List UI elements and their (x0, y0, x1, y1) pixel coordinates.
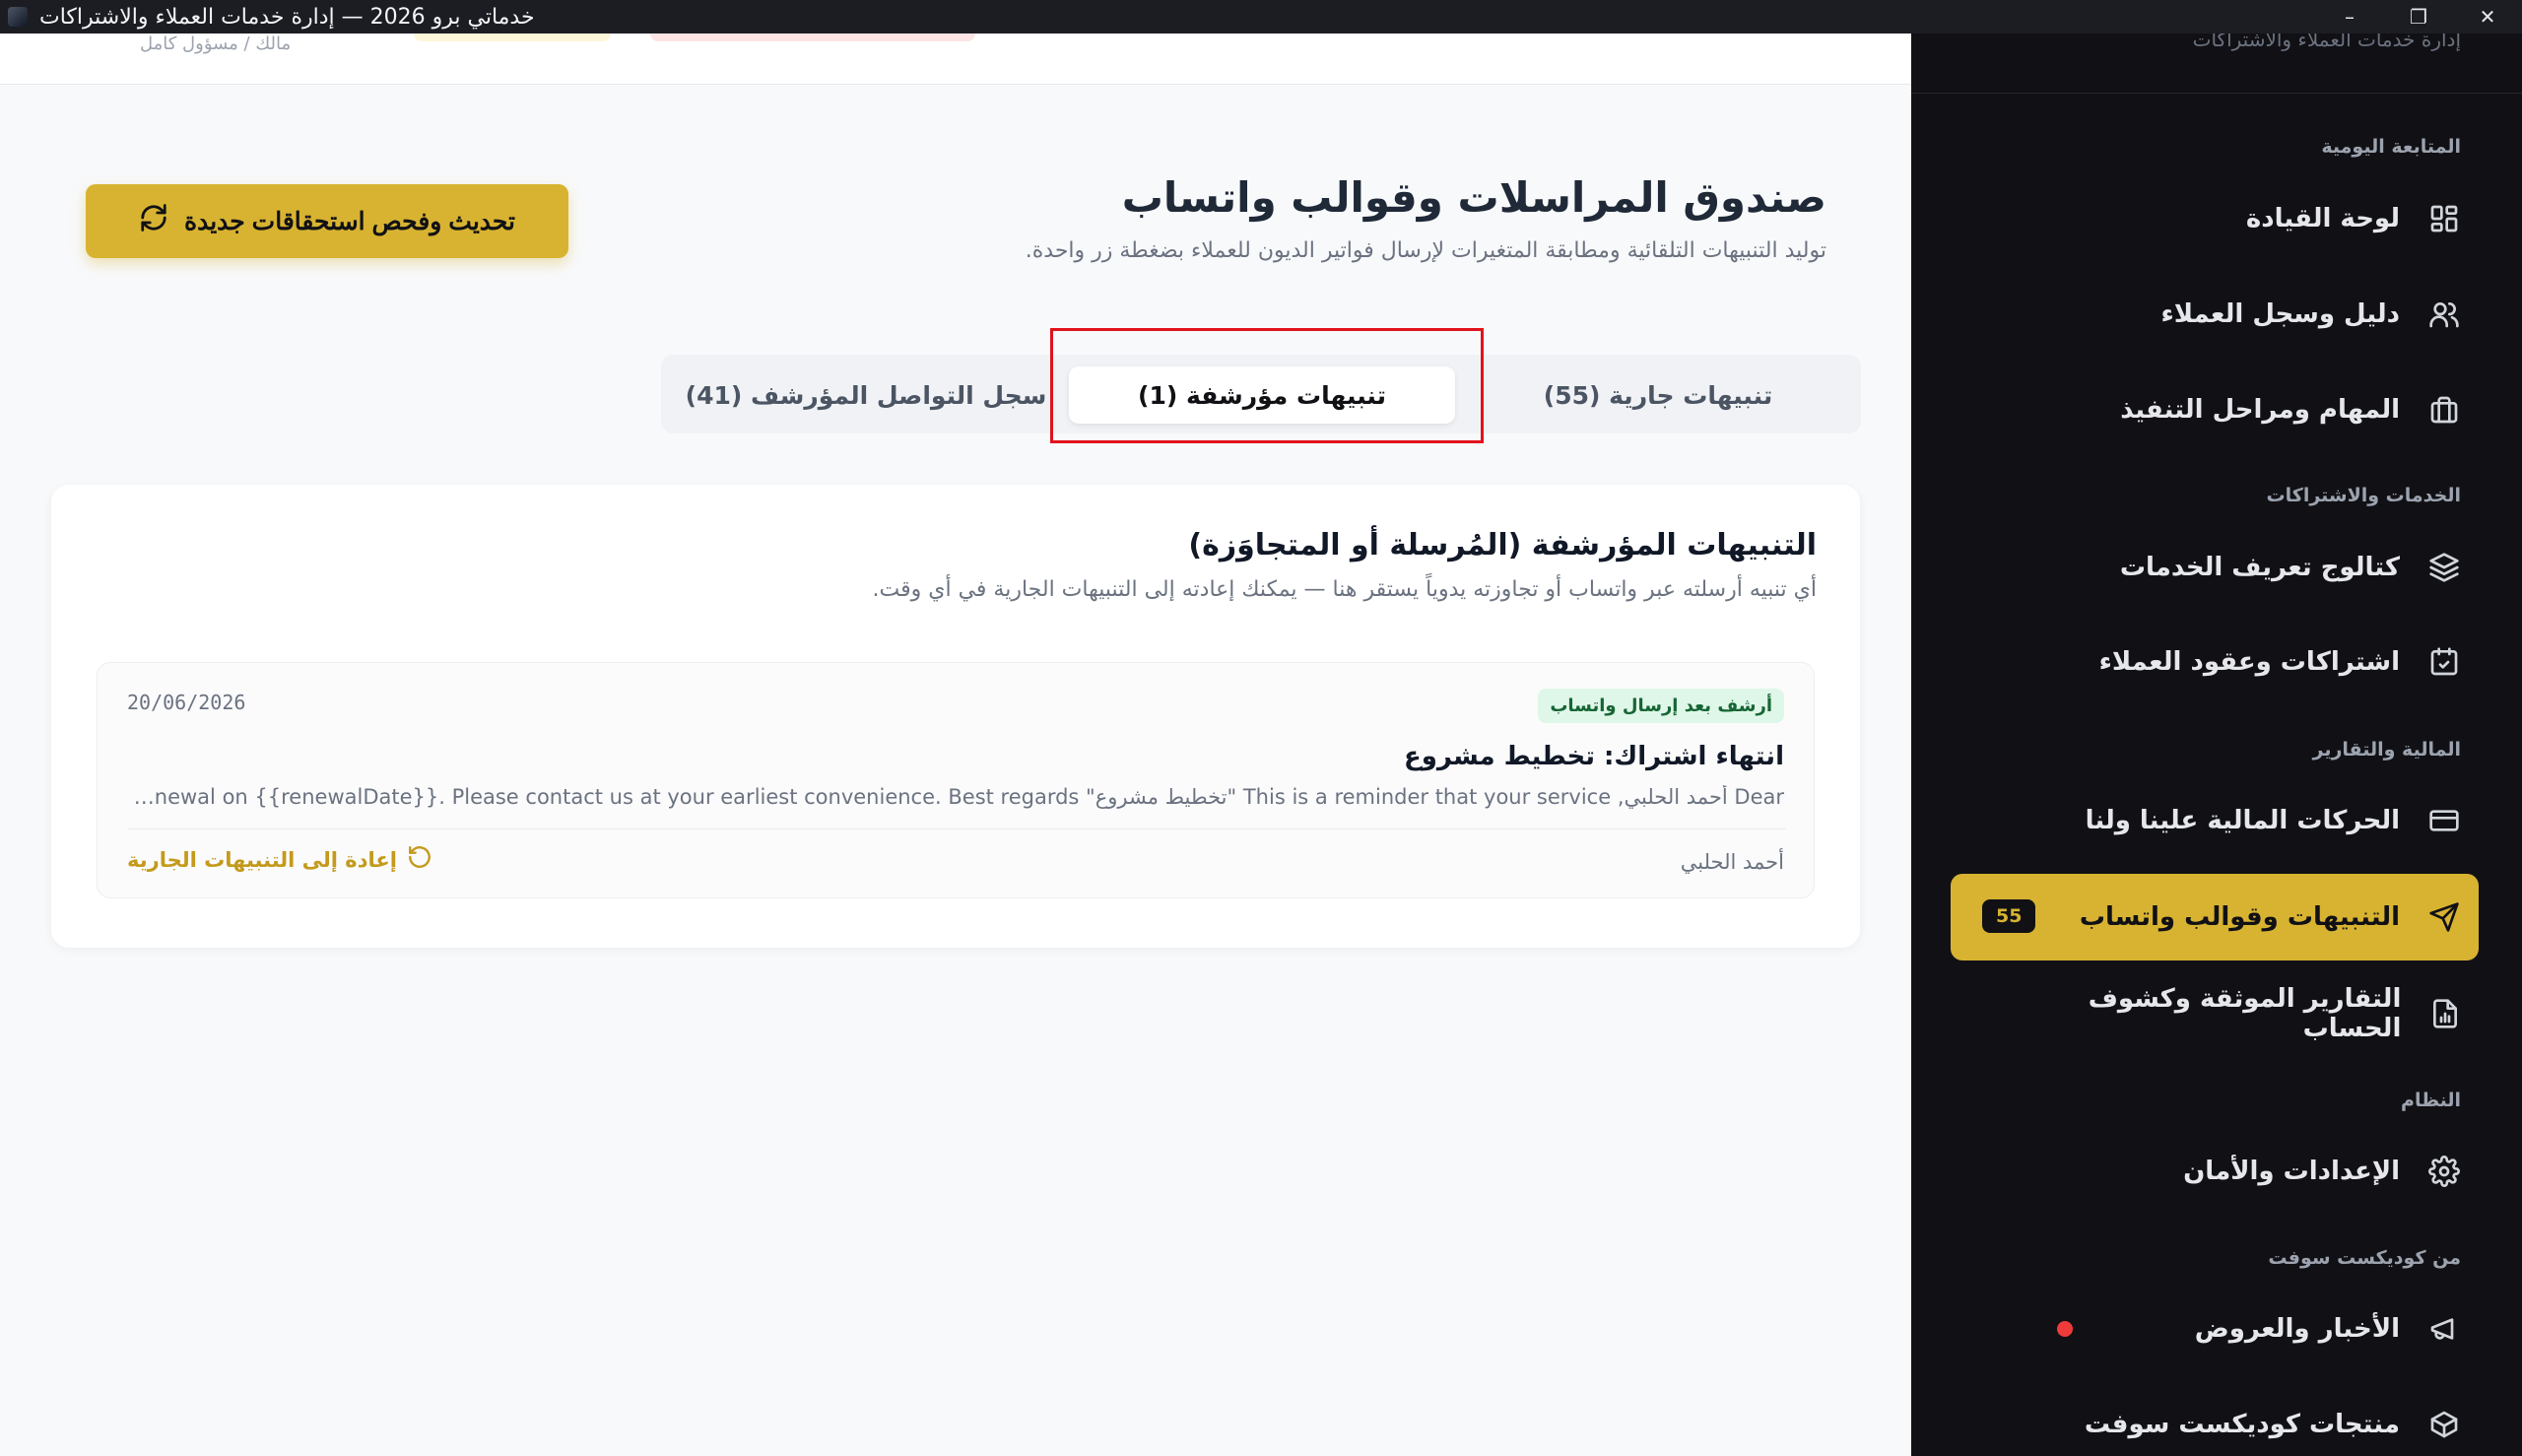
window-titlebar: خدماتي برو 2026 — إدارة خدمات العملاء وا… (0, 0, 2522, 33)
send-icon (2427, 900, 2461, 934)
sidebar-item-label: المهام ومراحل التنفيذ (2120, 395, 2400, 425)
status-pill (650, 33, 975, 41)
top-bar: مالك / مسؤول كامل (0, 33, 1911, 85)
divider (127, 828, 1786, 829)
layers-icon (2427, 551, 2461, 584)
sidebar-item-label: التنبيهات وقوالب واتساب (2079, 902, 2400, 932)
sidebar-item-label: منتجات كوديكست سوفت (2084, 1410, 2400, 1439)
restore-label: إعادة إلى التنبيهات الجارية (127, 847, 397, 872)
sidebar-item-label: الأخبار والعروض (2194, 1314, 2400, 1344)
archived-alerts-card: التنبيهات المؤرشفة (المُرسلة أو المتجاوَ… (51, 485, 1860, 948)
tab-archived-log[interactable]: سجل التواصل المؤرشف (41) (673, 366, 1059, 424)
page-subtitle: توليد التنبيهات التلقائية ومطابقة المتغي… (1025, 238, 1826, 263)
sidebar-item-subscriptions[interactable]: اشتراكات وعقود العملاء (1998, 632, 2461, 692)
archived-alert-item: أرشف بعد إرسال واتساب 20/06/2026 انتهاء … (97, 662, 1815, 898)
alerts-tabs: تنبيهات جارية (55) تنبيهات مؤرشفة (1) سج… (661, 355, 1861, 433)
dashboard-icon (2427, 202, 2461, 235)
sidebar-item-reports[interactable]: التقارير الموثقة وكشوف الحساب (1998, 984, 2461, 1043)
alert-title: انتهاء اشتراك: تخطيط مشروع (1403, 742, 1784, 771)
divider (1911, 93, 2522, 94)
sidebar-item-label: دليل وسجل العملاء (2160, 299, 2400, 329)
archived-title: التنبيهات المؤرشفة (المُرسلة أو المتجاوَ… (1188, 528, 1817, 563)
sidebar-item-dashboard[interactable]: لوحة القيادة (1998, 189, 2461, 248)
maximize-button[interactable]: ❐ (2384, 0, 2453, 33)
sidebar-item-catalog[interactable]: كتالوج تعريف الخدمات (1998, 538, 2461, 597)
customer-name: أحمد الحلبي (1680, 850, 1784, 874)
refresh-check-button[interactable]: تحديث وفحص استحقاقات جديدة (86, 184, 568, 258)
restore-to-active-button[interactable]: إعادة إلى التنبيهات الجارية (127, 844, 432, 875)
archived-subtitle: أي تنبيه أرسلته عبر واتساب أو تجاوزته يد… (872, 577, 1817, 602)
sidebar-section-services: الخدمات والاشتراكات (2266, 485, 2461, 506)
alerts-count-badge: 55 (1982, 899, 2036, 933)
notification-dot (2057, 1321, 2073, 1337)
megaphone-icon (2427, 1312, 2461, 1346)
briefcase-icon (2427, 393, 2461, 427)
restore-icon (407, 844, 432, 875)
close-button[interactable]: ✕ (2453, 0, 2522, 33)
alert-date: 20/06/2026 (127, 691, 246, 714)
refresh-button-label: تحديث وفحص استحقاقات جديدة (183, 207, 516, 235)
sidebar-item-label: لوحة القيادة (2245, 204, 2400, 233)
gear-icon (2427, 1155, 2461, 1188)
minimize-button[interactable]: – (2315, 0, 2384, 33)
sidebar-item-products[interactable]: منتجات كوديكست سوفت (1998, 1395, 2461, 1454)
credit-card-icon (2427, 804, 2461, 837)
sidebar-item-tasks[interactable]: المهام ومراحل التنفيذ (1998, 380, 2461, 439)
sidebar-section-system: النظام (2401, 1090, 2461, 1111)
sidebar-section-codexsoft: من كوديكست سوفت (2268, 1247, 2461, 1269)
sidebar-item-alerts[interactable]: التنبيهات وقوالب واتساب 55 (1951, 874, 2479, 960)
app-icon (8, 7, 28, 27)
status-badge: أرشف بعد إرسال واتساب (1538, 689, 1784, 723)
sidebar-item-transactions[interactable]: الحركات المالية علينا ولنا (1998, 791, 2461, 850)
tab-active-alerts[interactable]: تنبيهات جارية (55) (1465, 366, 1851, 424)
brand-subtitle: إدارة خدمات العملاء والاشتراكات (2192, 33, 2461, 51)
user-role: مالك / مسؤول كامل (140, 33, 292, 54)
report-icon (2428, 997, 2461, 1030)
sidebar-item-label: الإعدادات والأمان (2183, 1157, 2400, 1186)
sidebar-item-label: التقارير الموثقة وكشوف الحساب (2088, 984, 2402, 1043)
refresh-icon (139, 203, 168, 239)
sidebar-section-daily: المتابعة اليومية (2321, 136, 2461, 158)
window-title: خدماتي برو 2026 — إدارة خدمات العملاء وا… (39, 4, 535, 30)
sidebar-item-settings[interactable]: الإعدادات والأمان (1998, 1142, 2461, 1201)
sidebar-section-finance: المالية والتقارير (2312, 739, 2461, 761)
users-icon (2427, 298, 2461, 331)
sidebar-item-customers[interactable]: دليل وسجل العملاء (1998, 285, 2461, 344)
sidebar-item-label: اشتراكات وعقود العملاء (2098, 647, 2400, 677)
sidebar-item-news[interactable]: الأخبار والعروض (1998, 1299, 2461, 1358)
calendar-check-icon (2427, 645, 2461, 679)
tab-archived-alerts[interactable]: تنبيهات مؤرشفة (1) (1069, 366, 1455, 424)
sidebar: إدارة خدمات العملاء والاشتراكات المتابعة… (1911, 33, 2522, 1456)
window-controls: – ❐ ✕ (2315, 0, 2522, 33)
sidebar-item-label: كتالوج تعريف الخدمات (2119, 553, 2400, 582)
sidebar-item-label: الحركات المالية علينا ولنا (2085, 806, 2400, 835)
page-title: صندوق المراسلات وقوالب واتساب (1121, 173, 1826, 222)
status-pill (414, 33, 611, 41)
box-icon (2427, 1408, 2461, 1441)
alert-message-preview: Dear أحمد الحلبي, This is a reminder tha… (129, 785, 1784, 809)
